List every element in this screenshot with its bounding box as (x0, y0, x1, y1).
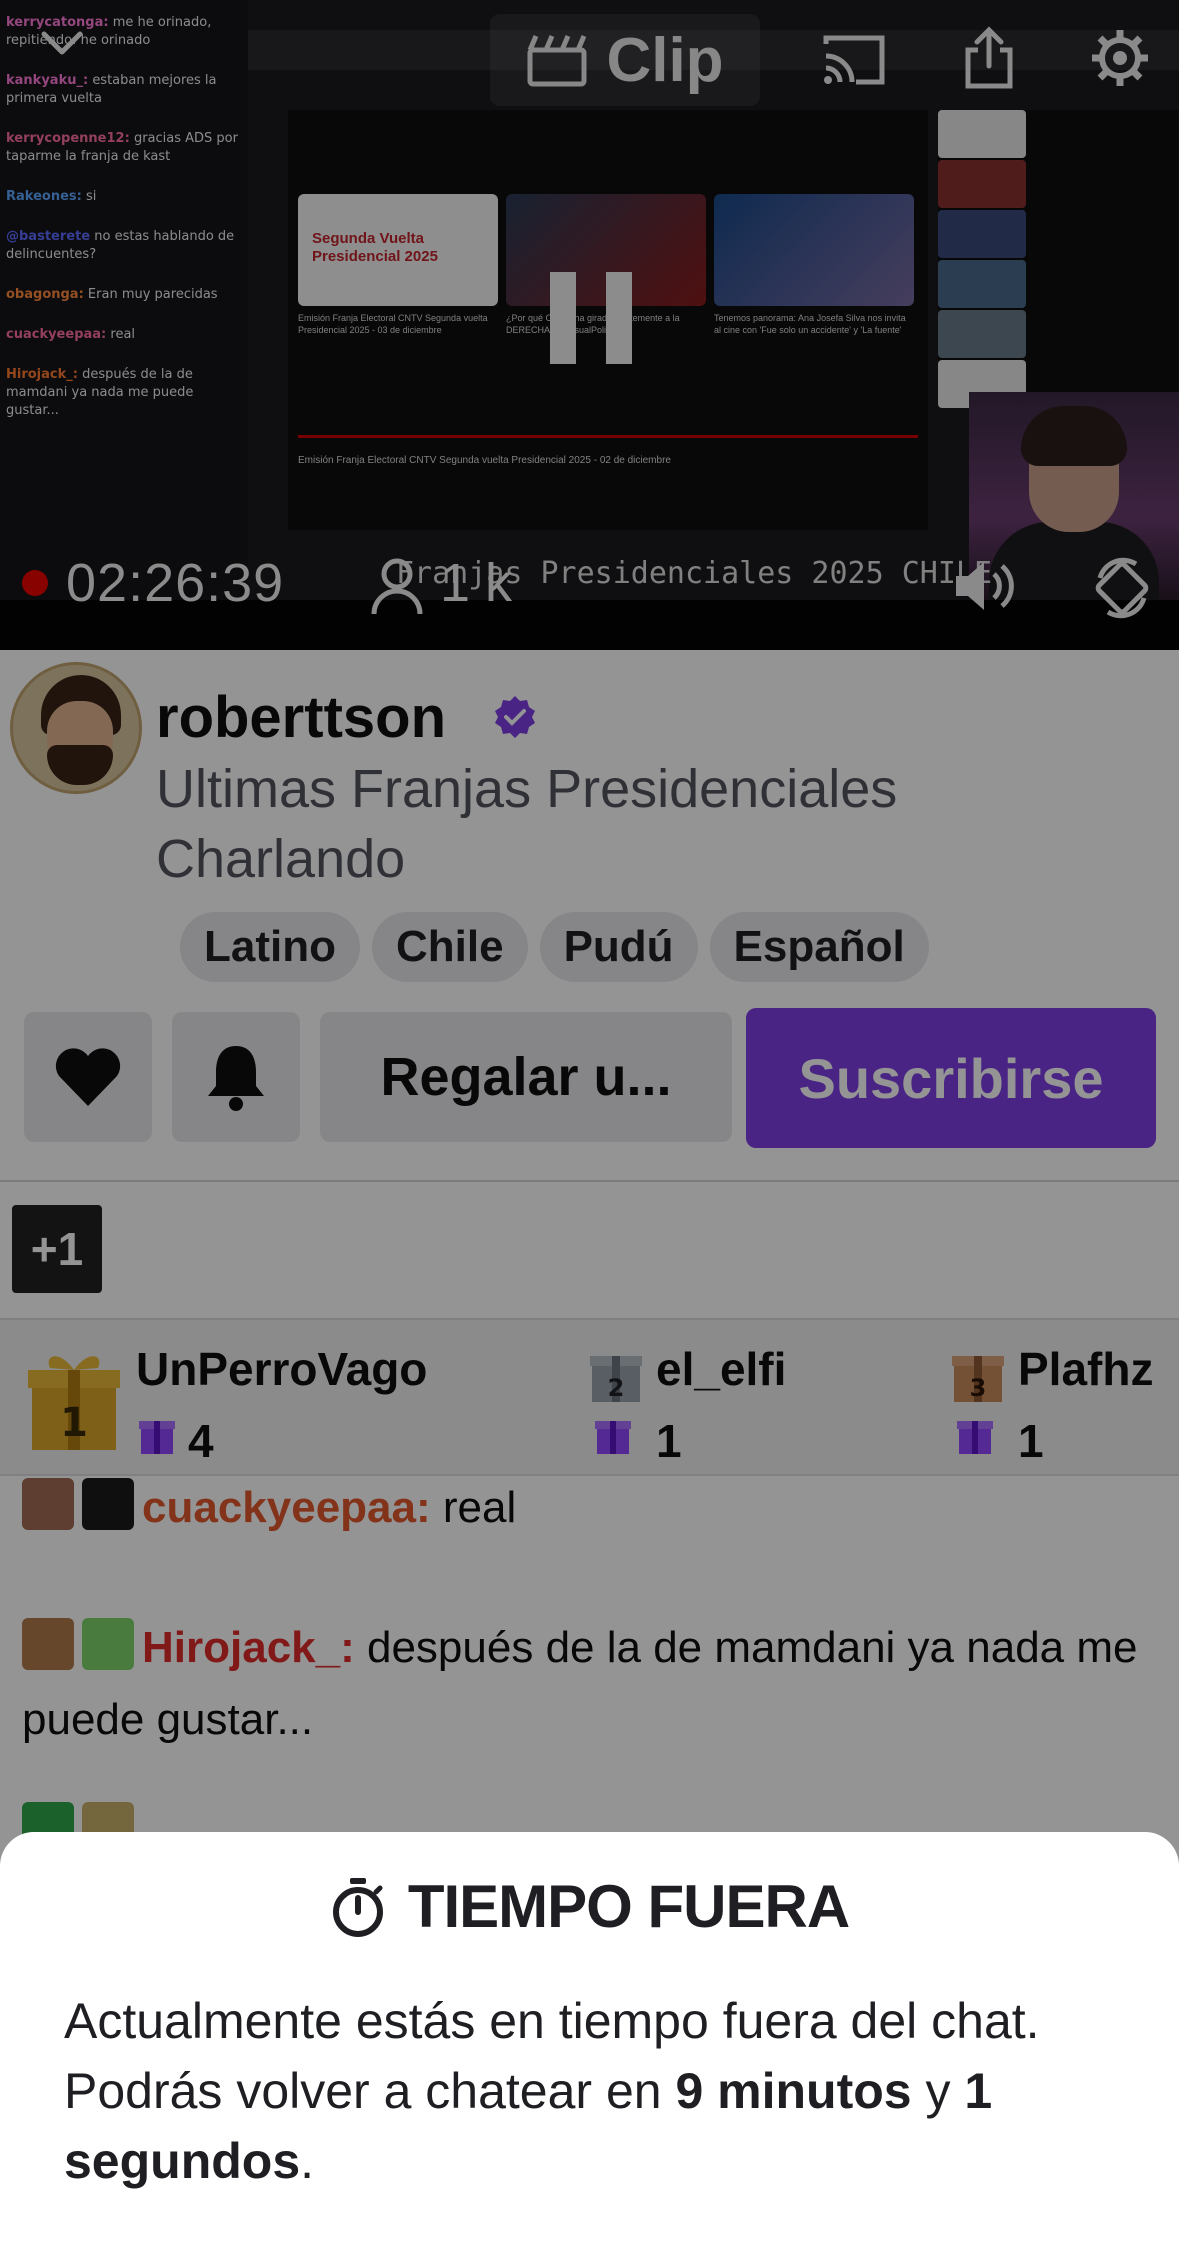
timeout-sheet: TIEMPO FUERA Actualmente estás en tiempo… (0, 1832, 1179, 2264)
sheet-header: TIEMPO FUERA (0, 1872, 1179, 1941)
timeout-message: Actualmente estás en tiempo fuera del ch… (64, 1993, 1040, 2189)
sheet-title: TIEMPO FUERA (407, 1873, 850, 1940)
stopwatch-icon (332, 1877, 383, 1937)
